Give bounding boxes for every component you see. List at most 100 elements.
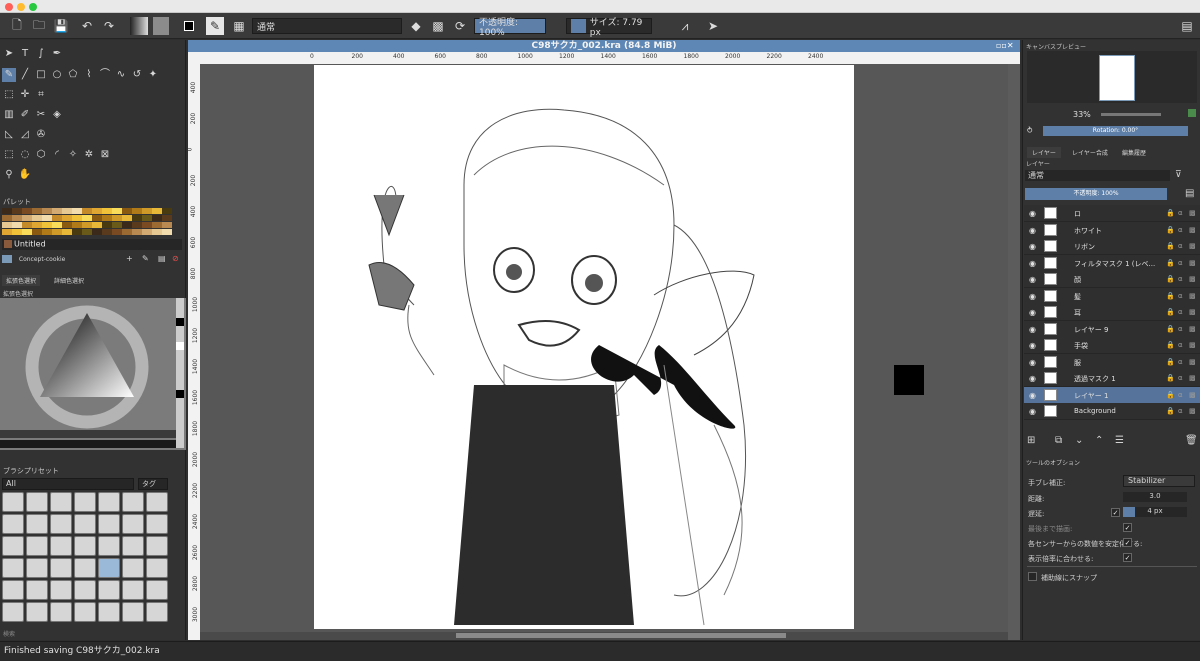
palette-swatch[interactable] [102, 229, 112, 235]
brush-preset-tile[interactable] [26, 536, 48, 556]
brush-preset-tile[interactable] [74, 514, 96, 534]
layer-row[interactable]: ◉ 透過マスク 1 🔒 α ▩ [1024, 370, 1200, 387]
stabilizer-select[interactable]: Stabilizer [1123, 475, 1195, 487]
edit-shapes-icon[interactable]: ∫ [34, 47, 48, 61]
brush-tag-button[interactable]: タグ [138, 478, 168, 490]
delay-checkbox[interactable]: ✓ [1111, 508, 1120, 517]
inherit-alpha-icon[interactable]: ▩ [1189, 209, 1196, 217]
palette-swatch[interactable] [2, 229, 12, 235]
palette-swatch[interactable] [42, 208, 52, 214]
bezier-select-icon[interactable]: ⊠ [98, 148, 112, 162]
palette-swatch[interactable] [92, 229, 102, 235]
brush-preset-tile[interactable] [26, 492, 48, 512]
palette-swatch[interactable] [62, 222, 72, 228]
inherit-alpha-icon[interactable]: ▩ [1189, 358, 1196, 366]
inherit-alpha-icon[interactable]: ▩ [1189, 407, 1196, 415]
lock-icon[interactable]: 🔒 [1166, 209, 1175, 217]
visibility-eye-icon[interactable]: ◉ [1029, 308, 1036, 317]
palette-swatch[interactable] [162, 229, 172, 235]
layer-row[interactable]: ◉ 髪 🔒 α ▩ [1024, 287, 1200, 305]
redo-icon[interactable]: ↷ [102, 17, 116, 35]
palette-swatch[interactable] [12, 208, 22, 214]
visibility-eye-icon[interactable]: ◉ [1029, 325, 1036, 334]
brush-preset-tile[interactable] [50, 602, 72, 622]
palette-swatch[interactable] [52, 229, 62, 235]
palette-swatch[interactable] [152, 229, 162, 235]
polygon-tool-icon[interactable]: ⬠ [66, 68, 80, 82]
add-layer-icon[interactable]: ⊞ [1027, 435, 1035, 446]
inherit-alpha-icon[interactable]: ▩ [1189, 308, 1196, 316]
visibility-eye-icon[interactable]: ◉ [1029, 407, 1036, 416]
layer-row[interactable]: ◉ リボン 🔒 α ▩ [1024, 238, 1200, 255]
brush-preset-tile[interactable] [2, 492, 24, 512]
bezier-tool-icon[interactable]: ⌒ [98, 68, 112, 82]
brush-preset-tile[interactable] [2, 602, 24, 622]
palette-swatch[interactable] [22, 229, 32, 235]
minimize-window-button[interactable] [17, 3, 25, 11]
palette-swatch[interactable] [122, 222, 132, 228]
brush-preset-tile[interactable] [50, 558, 72, 578]
alpha-lock-icon[interactable]: α [1178, 325, 1183, 333]
transform-tool-icon[interactable]: ⬚ [2, 88, 16, 102]
visibility-eye-icon[interactable]: ◉ [1029, 374, 1036, 383]
move-down-icon[interactable]: ⌄ [1075, 435, 1083, 446]
layer-row[interactable]: ◉ Background 🔒 α ▩ [1024, 403, 1200, 420]
tab-layers[interactable]: レイヤー [1027, 147, 1061, 158]
canvas-preview[interactable] [1027, 51, 1197, 103]
rotation-slider[interactable]: Rotation: 0.00° [1043, 126, 1188, 136]
palette-swatch[interactable] [122, 215, 132, 221]
blend-mode-select[interactable]: 通常 [252, 18, 402, 34]
layer-row[interactable]: ◉ レイヤー 1 🔒 α ▩ [1024, 386, 1200, 404]
visibility-eye-icon[interactable]: ◉ [1029, 358, 1036, 367]
brush-preset-tile[interactable] [26, 558, 48, 578]
alpha-lock-icon[interactable]: α [1178, 209, 1183, 217]
palette-swatch[interactable] [62, 215, 72, 221]
measure-tool-icon[interactable]: ◿ [18, 128, 32, 142]
palette-swatch[interactable] [12, 229, 22, 235]
visibility-eye-icon[interactable]: ◉ [1029, 292, 1036, 301]
brush-preset-tile[interactable] [50, 492, 72, 512]
palette-swatch[interactable] [62, 208, 72, 214]
layer-filter-icon[interactable]: ⊽ [1175, 170, 1182, 180]
palette-swatch[interactable] [52, 208, 62, 214]
palette-swatch[interactable] [42, 229, 52, 235]
lock-icon[interactable]: 🔒 [1166, 325, 1175, 333]
finish-checkbox[interactable]: ✓ [1123, 523, 1132, 532]
calligraphy-icon[interactable]: ✒ [50, 47, 64, 61]
polyline-tool-icon[interactable]: ⌇ [82, 68, 96, 82]
artboard[interactable] [314, 65, 854, 629]
lock-icon[interactable]: 🔒 [1166, 275, 1175, 283]
grid-options-icon[interactable]: ▦ [232, 17, 246, 35]
palette-swatch[interactable] [142, 222, 152, 228]
rect-select-icon[interactable]: ⬚ [2, 148, 16, 162]
layer-row[interactable]: ◉ ホワイト 🔒 α ▩ [1024, 221, 1200, 239]
reload-preset-icon[interactable]: ⟳ [452, 17, 468, 35]
brush-preset-tile[interactable] [146, 580, 168, 600]
close-window-button[interactable] [5, 3, 13, 11]
layer-opacity-slider[interactable]: 不透明度: 100% [1025, 188, 1167, 200]
distance-input[interactable]: 3.0 [1123, 492, 1187, 502]
brush-preset-tile[interactable] [98, 514, 120, 534]
palette-swatch[interactable] [82, 208, 92, 214]
polygon-select-icon[interactable]: ⬡ [34, 148, 48, 162]
tab-undo-history[interactable]: 編集履歴 [1117, 147, 1151, 158]
palette-swatch[interactable] [2, 222, 12, 228]
ellipse-tool-icon[interactable]: ○ [50, 68, 64, 82]
gradient-swatch[interactable] [130, 17, 148, 35]
tab-advanced-color[interactable]: 拡張色選択 [2, 275, 41, 286]
opacity-slider[interactable]: 不透明度: 100% [474, 18, 546, 38]
palette-swatch[interactable] [152, 222, 162, 228]
layer-row[interactable]: ◉ フィルタマスク 1 (レベ... 🔒 α ▩ [1024, 254, 1200, 272]
palette-swatch[interactable] [2, 215, 12, 221]
brush-preset-tile[interactable] [98, 492, 120, 512]
tab-layer-comps[interactable]: レイヤー合成 [1067, 147, 1113, 158]
fill-tool-icon[interactable]: ◈ [50, 108, 64, 122]
lock-icon[interactable]: 🔒 [1166, 292, 1175, 300]
palette-swatch[interactable] [32, 208, 42, 214]
palette-swatch[interactable] [162, 215, 172, 221]
color-picker-icon[interactable]: ✐ [18, 108, 32, 122]
alpha-lock-icon[interactable]: α [1178, 308, 1183, 316]
brush-preset-icon[interactable]: ✎ [206, 17, 224, 35]
layer-row[interactable]: ◉ 顔 🔒 α ▩ [1024, 271, 1200, 288]
select-shapes-icon[interactable]: ➤ [2, 47, 16, 61]
